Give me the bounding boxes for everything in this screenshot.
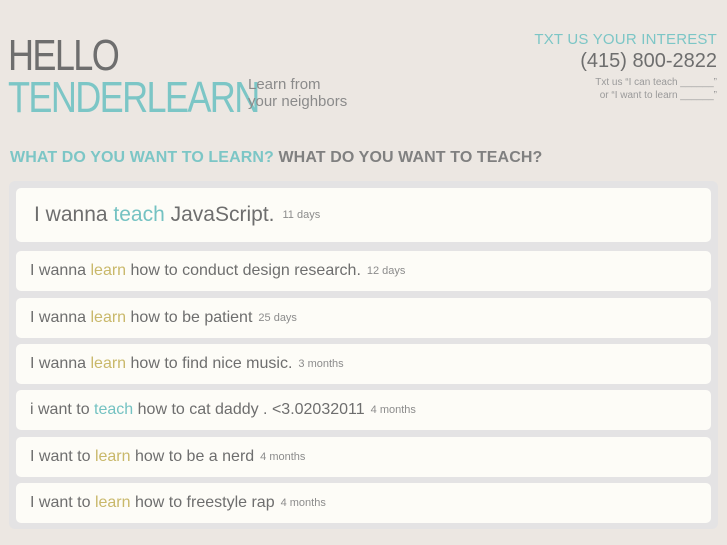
logo-hello: HELLO xyxy=(8,31,120,80)
post-text: how to cat daddy . <3.02032011 xyxy=(137,401,365,418)
post-text: how to freestyle rap xyxy=(134,494,275,511)
post-prefix: I want to xyxy=(30,448,91,465)
post-verb: teach xyxy=(113,203,165,226)
post-text: how to find nice music. xyxy=(130,355,293,372)
post-verb: learn xyxy=(90,309,127,326)
post-timestamp: 3 months xyxy=(298,358,344,370)
contact-phone[interactable]: (415) 800-2822 xyxy=(534,51,717,71)
post-prefix: I wanna xyxy=(30,262,87,279)
post-text: how to be patient xyxy=(130,309,253,326)
tagline-line1: Learn from xyxy=(248,76,321,93)
contact-hint-teach: Txt us “I can teach ______” xyxy=(595,77,717,88)
post-timestamp: 4 months xyxy=(280,497,326,509)
contact-block: TXT US YOUR INTEREST (415) 800-2822 Txt … xyxy=(534,32,717,102)
headline-teach-link[interactable]: WHAT DO YOU WANT TO TEACH? xyxy=(278,149,542,166)
post-timestamp: 11 days xyxy=(282,209,321,221)
post-text: how to conduct design research. xyxy=(130,262,361,279)
contact-cta: TXT US YOUR INTEREST xyxy=(534,31,717,48)
tagline: Learn from your neighbors xyxy=(248,76,347,110)
post-prefix: i want to xyxy=(30,401,90,418)
post-card[interactable]: I wanna learn how to be patient 25 days xyxy=(16,298,711,338)
post-timestamp: 4 months xyxy=(370,404,416,416)
posts-panel: I wanna teach JavaScript. 11 days I wanna… xyxy=(9,181,718,529)
post-verb: learn xyxy=(94,448,131,465)
post-prefix: I wanna xyxy=(30,355,87,372)
post-prefix: I wanna xyxy=(30,309,87,326)
post-card[interactable]: I wanna learn how to find nice music. 3 m… xyxy=(16,344,711,384)
post-prefix: I wanna xyxy=(34,203,108,226)
logo-brand: TENDERLEARN xyxy=(8,73,260,122)
post-card[interactable]: i want to teach how to cat daddy . <3.02… xyxy=(16,390,711,430)
post-card[interactable]: I want to learn how to be a nerd 4 months xyxy=(16,437,711,477)
contact-hint-learn: or “I want to learn ______” xyxy=(599,90,717,101)
post-timestamp: 4 months xyxy=(260,451,306,463)
post-verb: learn xyxy=(90,262,127,279)
headline-learn-link[interactable]: WHAT DO YOU WANT TO LEARN? xyxy=(10,149,274,166)
post-verb: learn xyxy=(94,494,131,511)
headline: WHAT DO YOU WANT TO LEARN? WHAT DO YOU W… xyxy=(10,149,542,167)
post-card[interactable]: I want to learn how to freestyle rap 4 mo… xyxy=(16,483,711,523)
post-verb: learn xyxy=(90,355,127,372)
post-timestamp: 12 days xyxy=(366,265,406,277)
post-prefix: I want to xyxy=(30,494,91,511)
post-timestamp: 25 days xyxy=(258,312,297,324)
tagline-line2: your neighbors xyxy=(248,93,348,110)
post-text: JavaScript. xyxy=(170,203,275,226)
post-verb: teach xyxy=(94,401,134,418)
post-card[interactable]: I wanna learn how to conduct design rese… xyxy=(16,251,711,291)
post-text: how to be a nerd xyxy=(134,448,255,465)
post-card-featured[interactable]: I wanna teach JavaScript. 11 days xyxy=(16,188,711,242)
